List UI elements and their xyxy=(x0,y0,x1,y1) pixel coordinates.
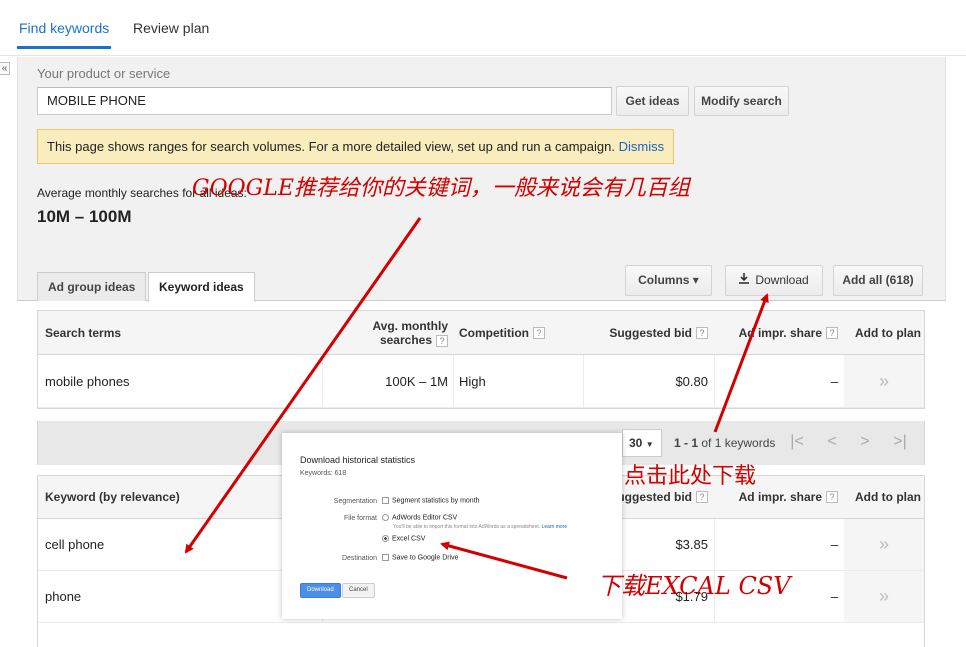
annotation-arrows xyxy=(184,217,769,580)
annotation-keywords-note: GOOGLE推荐给你的关键词，一般来说会有几百组 xyxy=(192,176,690,201)
arrow-to-excel-csv xyxy=(440,541,568,580)
arrow-to-keywords xyxy=(184,217,422,554)
annotation-excel-note: 下载EXCAL CSV xyxy=(597,572,791,600)
annotation-click-note: 点击此处下载 xyxy=(624,464,757,489)
arrow-to-download xyxy=(713,293,769,433)
